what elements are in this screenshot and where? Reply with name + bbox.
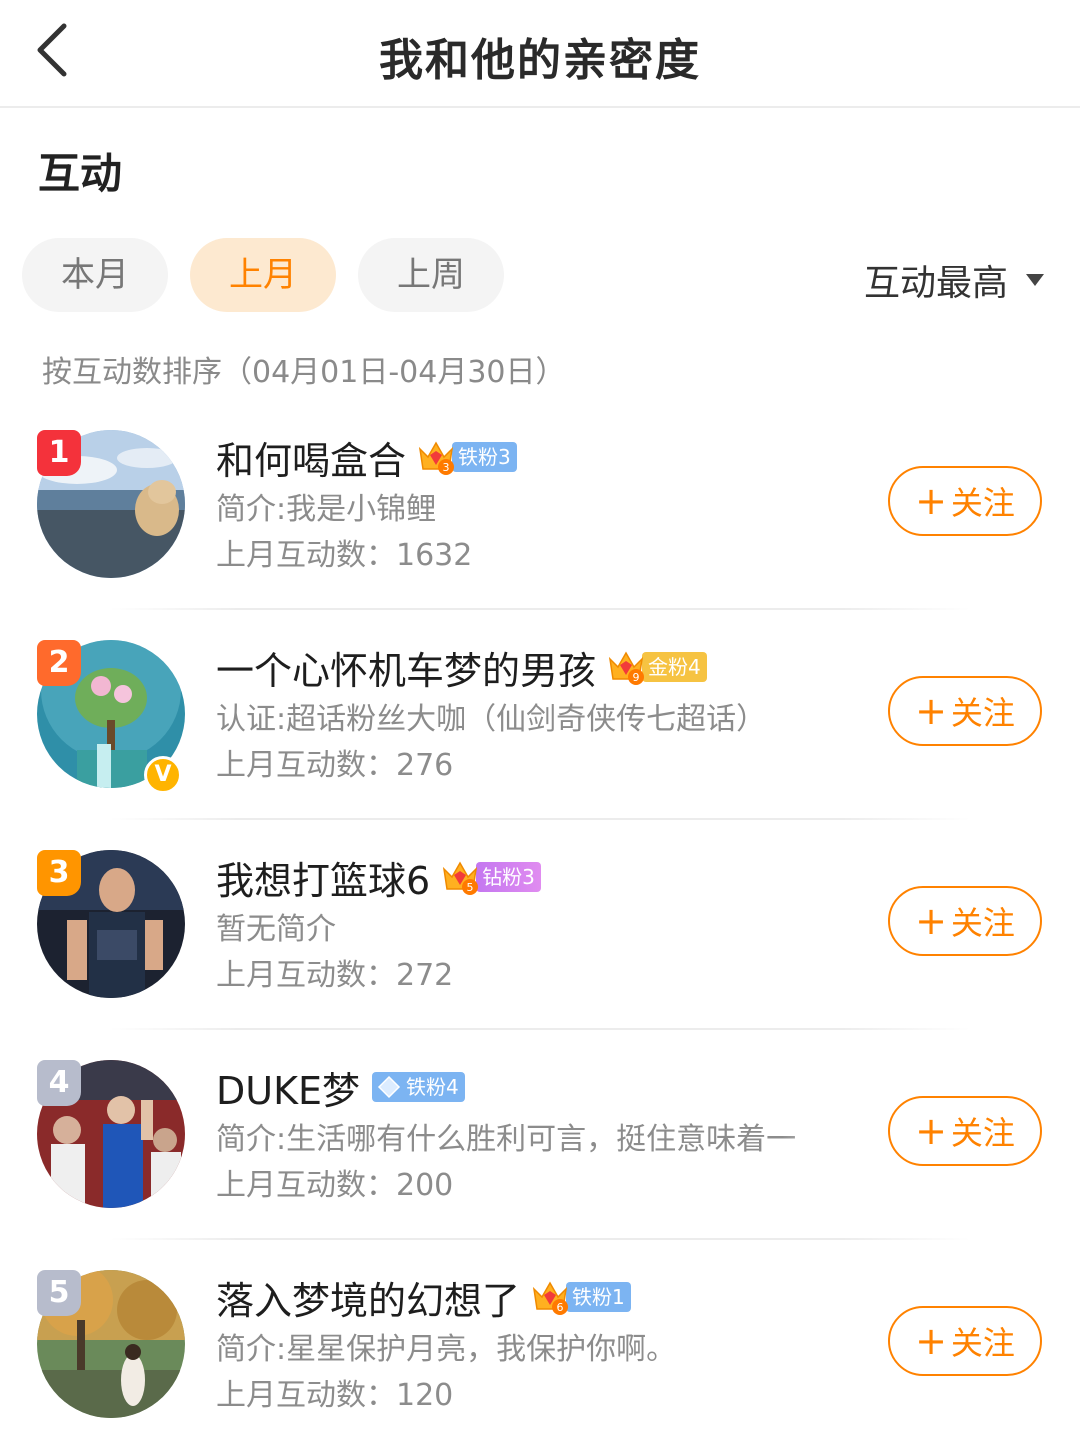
user-name[interactable]: 落入梦境的幻想了 bbox=[216, 1270, 520, 1325]
tab-last-week[interactable]: 上周 bbox=[358, 238, 504, 312]
interaction-count: 上月互动数：276 bbox=[216, 748, 454, 783]
interaction-count: 上月互动数：200 bbox=[216, 1168, 454, 1203]
interaction-count: 上月互动数：120 bbox=[216, 1378, 454, 1413]
user-intro: 简介:星星保护月亮，我保护你啊。 bbox=[216, 1332, 677, 1367]
sort-label: 互动最高 bbox=[863, 263, 1008, 304]
fan-badge: 3 铁粉3 bbox=[416, 439, 517, 475]
plus-icon: + bbox=[915, 689, 947, 733]
verified-badge: V bbox=[144, 756, 182, 794]
list-item[interactable]: 3 我想打篮球6 5 钻粉3 暂无简介 上月互动数：272 + 关注 bbox=[0, 820, 1080, 1030]
nav-bar: 我和他的亲密度 bbox=[0, 0, 1080, 108]
svg-text:9: 9 bbox=[633, 671, 640, 684]
user-intro: 简介:我是小锦鲤 bbox=[216, 492, 437, 527]
user-name[interactable]: 一个心怀机车梦的男孩 bbox=[216, 640, 596, 695]
user-intro: 认证:超话粉丝大咖（仙剑奇侠传七超话） bbox=[216, 702, 767, 737]
rank-badge: 4 bbox=[37, 1060, 81, 1106]
interaction-count: 上月互动数：272 bbox=[216, 958, 454, 993]
rank-badge: 2 bbox=[37, 640, 81, 686]
crown-icon: 3 bbox=[416, 439, 456, 475]
crown-icon: 5 bbox=[440, 859, 480, 895]
sort-dropdown[interactable]: 互动最高 bbox=[864, 254, 1044, 306]
list-item[interactable]: 2 V 一个心怀机车梦的男孩 9 金粉4 认证:超话粉丝大咖（仙剑奇侠传七超话）… bbox=[0, 610, 1080, 820]
rank-badge: 5 bbox=[37, 1270, 81, 1316]
svg-text:3: 3 bbox=[443, 461, 450, 474]
plus-icon: + bbox=[915, 1109, 947, 1153]
crown-icon: 6 bbox=[530, 1279, 570, 1315]
list-item[interactable]: 1 和何喝盒合 3 铁粉3 简介:我是小锦鲤 上月互动数：1632 + 关注 bbox=[0, 400, 1080, 610]
follow-button[interactable]: + 关注 bbox=[888, 886, 1042, 956]
fan-badge: 铁粉4 bbox=[372, 1071, 465, 1103]
list-item[interactable]: 5 落入梦境的幻想了 6 铁粉1 简介:星星保护月亮，我保护你啊。 上月互动数：… bbox=[0, 1240, 1080, 1444]
user-intro: 暂无简介 bbox=[216, 912, 336, 947]
follow-button[interactable]: + 关注 bbox=[888, 1306, 1042, 1376]
fan-badge: 5 钻粉3 bbox=[440, 859, 541, 895]
user-name[interactable]: 我想打篮球6 bbox=[216, 850, 430, 905]
fan-level-label: 铁粉4 bbox=[372, 1072, 465, 1102]
plus-icon: + bbox=[915, 1319, 947, 1363]
gem-icon bbox=[377, 1075, 401, 1099]
user-intro: 简介:生活哪有什么胜利可言，挺住意味着一 bbox=[216, 1120, 862, 1160]
user-name[interactable]: DUKE梦 bbox=[216, 1060, 360, 1115]
fan-level-label: 钻粉3 bbox=[476, 862, 541, 892]
user-name[interactable]: 和何喝盒合 bbox=[216, 430, 406, 485]
crown-icon: 9 bbox=[606, 649, 646, 685]
follow-button[interactable]: + 关注 bbox=[888, 466, 1042, 536]
section-title: 互动 bbox=[38, 149, 123, 198]
sort-description: 按互动数排序（04月01日-04月30日） bbox=[42, 355, 566, 390]
follow-button[interactable]: + 关注 bbox=[888, 676, 1042, 746]
rank-badge: 3 bbox=[37, 850, 81, 896]
tab-last-month[interactable]: 上月 bbox=[190, 238, 336, 312]
fan-level-label: 铁粉1 bbox=[566, 1282, 631, 1312]
tab-this-month[interactable]: 本月 bbox=[22, 238, 168, 312]
rank-badge: 1 bbox=[37, 430, 81, 476]
interaction-count: 上月互动数：1632 bbox=[216, 538, 473, 573]
follow-button[interactable]: + 关注 bbox=[888, 1096, 1042, 1166]
page-title: 我和他的亲密度 bbox=[379, 35, 701, 86]
list-item[interactable]: 4 DUKE梦 铁粉4 简介:生活哪有什么胜利可言，挺住意味着一 上月互动数：2… bbox=[0, 1030, 1080, 1240]
fan-badge: 9 金粉4 bbox=[606, 649, 707, 685]
svg-text:6: 6 bbox=[557, 1301, 564, 1314]
plus-icon: + bbox=[915, 479, 947, 523]
plus-icon: + bbox=[915, 899, 947, 943]
fan-level-label: 铁粉3 bbox=[452, 442, 517, 472]
svg-text:5: 5 bbox=[467, 881, 474, 894]
fan-badge: 6 铁粉1 bbox=[530, 1279, 631, 1315]
fan-level-label: 金粉4 bbox=[642, 652, 707, 682]
caret-down-icon bbox=[1026, 274, 1044, 286]
